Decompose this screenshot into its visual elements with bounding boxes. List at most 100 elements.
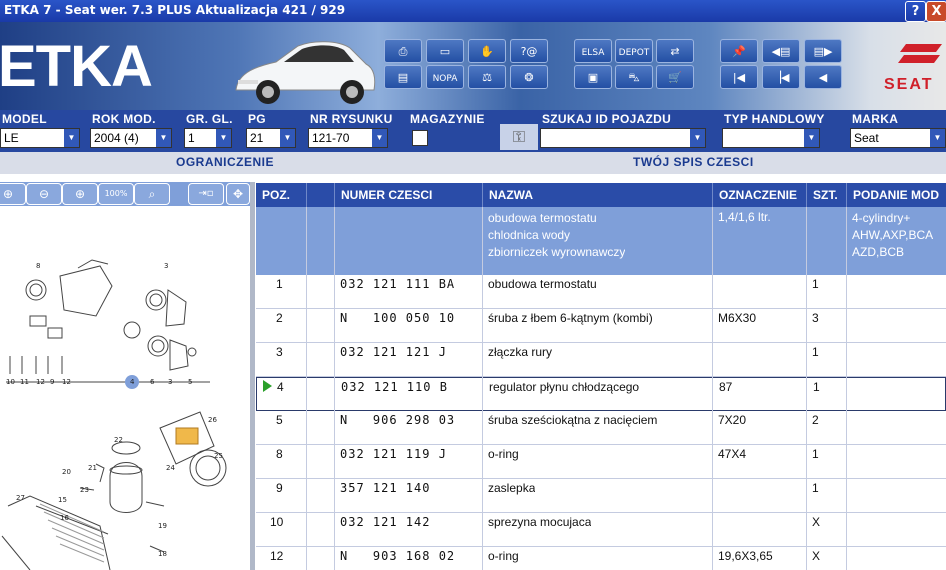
col-divider — [846, 207, 847, 570]
zoom-out-icon[interactable]: ⊖ — [26, 183, 62, 205]
id-card-icon[interactable]: ▣ — [574, 65, 612, 89]
svg-text:12: 12 — [62, 378, 71, 386]
cart-transfer-icon[interactable]: ⇄ — [656, 39, 694, 63]
svg-text:24: 24 — [166, 464, 175, 472]
svg-text:19: 19 — [158, 522, 167, 530]
key-icon[interactable]: ⚿ — [500, 124, 538, 150]
svg-text:12: 12 — [36, 378, 45, 386]
table-row[interactable]: 12 N 903 168 02 o-ring 19,6X3,65 X — [256, 547, 946, 570]
main-group-select[interactable]: 1 ▼ — [184, 128, 232, 148]
chevron-down-icon: ▼ — [64, 129, 79, 147]
svg-text:6: 6 — [150, 378, 155, 386]
parts-diagram[interactable]: 8 3 10 11 12 9 12 4 6 3 5 26 25 22 21 20 24 23 27 15… — [0, 206, 250, 570]
back-icon[interactable]: ▕◀ — [762, 65, 800, 89]
wheel-icon[interactable]: ❂ — [510, 65, 548, 89]
svg-text:25: 25 — [214, 452, 223, 460]
brand-select[interactable]: Seat ▼ — [850, 128, 946, 148]
first-icon[interactable]: |◀ — [720, 65, 758, 89]
print-icon[interactable]: ⎙ — [384, 39, 422, 63]
seat-logo-icon — [898, 44, 942, 63]
svg-text:18: 18 — [158, 550, 167, 558]
prev-page-icon[interactable]: ◀▤ — [762, 39, 800, 63]
table-row[interactable]: 9 357 121 140 zaslepka 1 — [256, 479, 946, 513]
filter-bar: MODEL LE ▼ ROK MOD. 2004 (4) ▼ GR. GL. 1 ▼ … — [0, 110, 946, 152]
chevron-down-icon: ▼ — [156, 129, 171, 147]
col-model-header[interactable]: PODANIE MOD — [846, 183, 946, 207]
table-row[interactable]: 10 032 121 142 sprezyna mocujaca X — [256, 513, 946, 547]
table-row-selected[interactable]: 4 032 121 110 B regulator płynu chłodząc… — [256, 377, 946, 411]
expand-icon[interactable]: ⇥▫ — [188, 183, 224, 205]
magnifier-icon[interactable]: ⌕ — [134, 183, 170, 205]
table-row[interactable]: 8 032 121 119 J o-ring 47X4 1 — [256, 445, 946, 479]
parts-table: POZ. NUMER CZESCI NAZWA OZNACZENIE SZT. … — [256, 183, 946, 570]
trade-type-label: TYP HANDLOWY — [724, 112, 825, 126]
col-divider — [334, 207, 335, 570]
warehouse-checkbox[interactable] — [412, 130, 428, 146]
pin-icon[interactable]: 📌 — [720, 39, 758, 63]
model-label: MODEL — [2, 112, 47, 126]
table-row[interactable]: 3 032 121 121 J złączka rury 1 — [256, 343, 946, 377]
sub-group-select[interactable]: 21 ▼ — [246, 128, 296, 148]
close-button[interactable]: X — [926, 1, 946, 22]
section-bar: OGRANICZENIE TWÓJ SPIS CZESCI — [0, 152, 946, 174]
svg-text:4: 4 — [130, 378, 135, 386]
svg-text:9: 9 — [50, 378, 54, 386]
col-flag-header[interactable] — [306, 183, 334, 207]
svg-text:20: 20 — [62, 468, 71, 476]
handshake-icon[interactable]: ✋ — [468, 39, 506, 63]
svg-text:5: 5 — [188, 378, 192, 386]
svg-text:16: 16 — [60, 514, 69, 522]
left-arrow-icon[interactable]: ◀ — [804, 65, 842, 89]
selected-arrow-icon — [263, 380, 272, 392]
cart-icon[interactable]: 🛒 — [656, 65, 694, 89]
restriction-tab[interactable]: OGRANICZENIE — [176, 155, 274, 169]
vehicle-id-label: SZUKAJ ID POJAZDU — [542, 112, 672, 126]
chevron-down-icon: ▼ — [372, 129, 387, 147]
col-pos-header[interactable]: POZ. — [256, 183, 306, 207]
year-label: ROK MOD. — [92, 112, 156, 126]
scale-icon[interactable]: ⚖ — [468, 65, 506, 89]
trade-type-select[interactable]: ▼ — [722, 128, 820, 148]
car-search-icon[interactable]: ⛍ — [615, 65, 653, 89]
depot-icon[interactable]: DEPOT — [615, 39, 653, 63]
group-header-row[interactable]: obudowa termostatu chlodnica wody zbiorn… — [256, 207, 946, 275]
svg-text:3: 3 — [168, 378, 172, 386]
col-designation-header[interactable]: OZNACZENIE — [712, 183, 806, 207]
svg-text:27: 27 — [16, 494, 25, 502]
col-qty-header[interactable]: SZT. — [806, 183, 846, 207]
table-row[interactable]: 2 N 100 050 10 śruba z łbem 6-kątnym (ko… — [256, 309, 946, 343]
title-bar: ETKA 7 - Seat wer. 7.3 PLUS Aktualizacja… — [0, 0, 946, 22]
table-row[interactable]: 1 032 121 111 BA obudowa termostatu 1 — [256, 275, 946, 309]
chevron-down-icon: ▼ — [280, 129, 295, 147]
col-part-header[interactable]: NUMER CZESCI — [334, 183, 482, 207]
zoom-area-icon[interactable]: ⊕ — [62, 183, 98, 205]
nopa-icon[interactable]: NOPA — [426, 65, 464, 89]
elsa-icon[interactable]: ELSA — [574, 39, 612, 63]
col-divider — [306, 207, 307, 570]
seat-brand-text: SEAT — [884, 76, 934, 93]
move-icon[interactable]: ✥ — [226, 183, 250, 205]
next-page-icon[interactable]: ▤▶ — [804, 39, 842, 63]
vehicle-id-select[interactable]: ▼ — [540, 128, 706, 148]
group-designation: 1,4/1,6 ltr. — [718, 210, 771, 224]
chevron-down-icon: ▼ — [690, 129, 705, 147]
warehouse-label: MAGAZYNIE — [410, 112, 485, 126]
monitor-icon[interactable]: ▭ — [426, 39, 464, 63]
year-select[interactable]: 2004 (4) ▼ — [90, 128, 172, 148]
panel-splitter[interactable] — [250, 182, 255, 570]
email-icon[interactable]: ?@ — [510, 39, 548, 63]
svg-text:21: 21 — [88, 464, 97, 472]
col-name-header[interactable]: NAZWA — [482, 183, 712, 207]
drawing-select[interactable]: 121-70 ▼ — [308, 128, 388, 148]
brand-label: MARKA — [852, 112, 899, 126]
model-select[interactable]: LE ▼ — [0, 128, 80, 148]
window-title: ETKA 7 - Seat wer. 7.3 PLUS Aktualizacja… — [4, 3, 346, 17]
help-button[interactable]: ? — [905, 1, 926, 22]
zoom-100-icon[interactable]: 100% — [98, 183, 134, 205]
zoom-in-icon[interactable]: ⊕ — [0, 183, 26, 205]
parts-list-tab[interactable]: TWÓJ SPIS CZESCI — [633, 155, 754, 169]
keyboard-icon[interactable]: ▤ — [384, 65, 422, 89]
etka-logo: ETKA — [0, 34, 153, 99]
table-row[interactable]: 5 N 906 298 03 śruba sześciokątna z naci… — [256, 411, 946, 445]
sub-group-label: PG — [248, 112, 266, 126]
